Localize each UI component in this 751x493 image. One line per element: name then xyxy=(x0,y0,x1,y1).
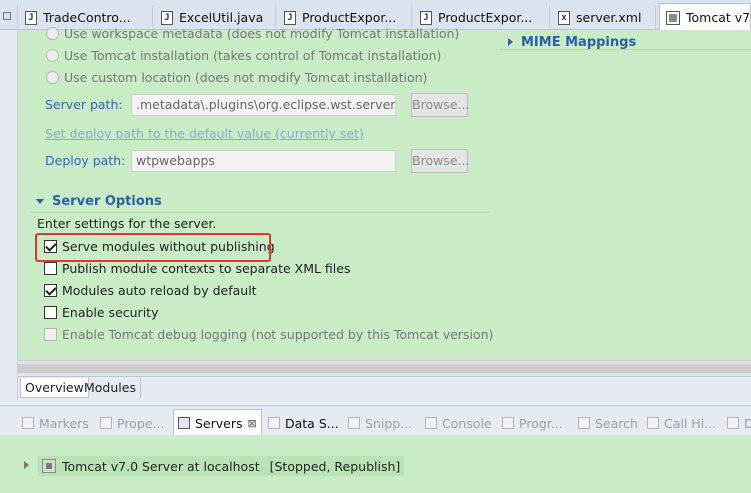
view-tab-label: Search xyxy=(595,415,638,431)
deploy-path-browse-button[interactable]: Browse... xyxy=(411,149,469,173)
server-path-label: Server path: xyxy=(45,97,123,112)
radio-label: Use workspace metadata (does not modify … xyxy=(64,26,460,41)
view-tab-snippets[interactable]: Snipp... xyxy=(348,412,412,434)
chevron-right-icon xyxy=(508,38,513,46)
view-tab-markers[interactable]: Markers xyxy=(22,412,89,434)
view-tab-label: Console xyxy=(442,415,492,431)
chevron-right-icon[interactable] xyxy=(24,461,29,469)
view-tab-label: Snipp... xyxy=(365,415,413,431)
tab-label: ProductExpor... xyxy=(438,10,533,25)
markers-icon xyxy=(22,417,34,429)
tab-label: TradeContro... xyxy=(43,10,131,25)
server-options-section[interactable]: Server Options xyxy=(30,191,490,213)
radio-custom-location[interactable]: Use custom location (does not modify Tom… xyxy=(46,70,427,85)
radio-button[interactable] xyxy=(46,49,59,62)
java-file-icon: J xyxy=(284,10,296,25)
checkbox[interactable] xyxy=(44,306,57,319)
radio-workspace-metadata[interactable]: Use workspace metadata (does not modify … xyxy=(46,26,459,41)
view-tab-properties[interactable]: Prope... xyxy=(100,412,164,434)
view-tab-label: D xyxy=(744,415,751,431)
view-tab-label: Progr... xyxy=(519,415,563,431)
checkbox-label: Modules auto reload by default xyxy=(62,283,257,298)
view-tab-label: Call Hi... xyxy=(664,415,717,431)
debug-icon xyxy=(727,417,739,429)
properties-icon xyxy=(100,417,112,429)
server-options-description: Enter settings for the server. xyxy=(37,216,217,231)
view-tab-servers[interactable]: Servers ⊠ xyxy=(173,409,262,436)
view-tab-label: Data S... xyxy=(285,415,339,431)
chevron-down-icon xyxy=(36,199,44,204)
option-tomcat-debug-logging: Enable Tomcat debug logging (not support… xyxy=(44,327,493,342)
option-modules-auto-reload[interactable]: Modules auto reload by default xyxy=(44,283,257,298)
view-tab-call-hierarchy[interactable]: Call Hi... xyxy=(647,412,716,434)
data-source-icon xyxy=(268,417,280,429)
java-file-icon: J xyxy=(420,10,432,25)
close-icon[interactable]: ⊠ xyxy=(248,417,257,430)
server-path-browse-button[interactable]: Browse... xyxy=(411,93,469,117)
snippets-icon xyxy=(348,417,360,429)
minimize-icon[interactable] xyxy=(0,5,18,30)
view-tab-label: Servers xyxy=(195,415,243,431)
deploy-path-field[interactable]: wtpwebapps xyxy=(131,150,396,172)
server-path-field[interactable]: .metadata\.plugins\org.eclipse.wst.serve… xyxy=(131,94,396,116)
view-tab-label: Prope... xyxy=(117,415,165,431)
checkbox[interactable] xyxy=(44,262,57,275)
view-tab-data-source[interactable]: Data S... xyxy=(268,412,339,434)
xml-file-icon: x xyxy=(558,10,570,25)
tomcat-server-icon xyxy=(666,10,680,25)
section-title: Server Options xyxy=(52,194,162,209)
highlight-box xyxy=(35,233,271,262)
deploy-path-label: Deploy path: xyxy=(45,153,126,168)
checkbox[interactable] xyxy=(44,284,57,297)
checkbox xyxy=(44,328,57,341)
view-tab-label: Markers xyxy=(39,415,89,431)
editor-tab-tomcat[interactable]: Tomcat v7.0 xyxy=(659,3,751,31)
server-icon xyxy=(42,459,56,473)
tab-overview[interactable]: Overview xyxy=(20,378,89,398)
tab-label: ProductExpor... xyxy=(302,10,397,25)
search-icon xyxy=(578,417,590,429)
option-enable-security[interactable]: Enable security xyxy=(44,305,158,320)
mime-mappings-section[interactable]: MIME Mappings xyxy=(508,31,636,53)
progress-icon xyxy=(502,417,514,429)
horizontal-scrollbar[interactable] xyxy=(18,360,751,375)
server-editor: Use workspace metadata (does not modify … xyxy=(18,26,751,375)
console-icon xyxy=(425,417,437,429)
editor-tab-server-xml[interactable]: x server.xml xyxy=(552,5,656,30)
radio-button[interactable] xyxy=(46,27,59,40)
editor-page-tabs: Overview Modules xyxy=(18,376,751,398)
view-tab-progress[interactable]: Progr... xyxy=(502,412,563,434)
checkbox-label: Publish module contexts to separate XML … xyxy=(62,261,351,276)
server-item[interactable]: Tomcat v7.0 Server at localhost [Stopped… xyxy=(38,456,405,476)
tab-label: server.xml xyxy=(576,10,642,25)
server-name: Tomcat v7.0 Server at localhost xyxy=(62,458,260,474)
radio-button[interactable] xyxy=(46,71,59,84)
checkbox-label: Enable security xyxy=(62,305,159,320)
views-tab-bar: Markers Prope... Servers ⊠ Data S... Sni… xyxy=(0,405,751,436)
radio-label: Use Tomcat installation (takes control o… xyxy=(64,48,442,63)
servers-view: Tomcat v7.0 Server at localhost [Stopped… xyxy=(0,435,751,493)
radio-tomcat-installation[interactable]: Use Tomcat installation (takes control o… xyxy=(46,48,441,63)
option-publish-module-contexts[interactable]: Publish module contexts to separate XML … xyxy=(44,261,350,276)
set-deploy-path-link[interactable]: Set deploy path to the default value (cu… xyxy=(45,126,364,141)
java-file-icon: J xyxy=(25,10,37,25)
view-tab-debug[interactable]: D xyxy=(727,412,751,434)
java-file-icon: J xyxy=(161,10,173,25)
tab-modules[interactable]: Modules xyxy=(80,378,141,398)
call-hierarchy-icon xyxy=(647,417,659,429)
view-tab-console[interactable]: Console xyxy=(425,412,492,434)
scrollbar-thumb[interactable] xyxy=(18,364,751,373)
tab-label: Tomcat v7.0 xyxy=(686,10,751,25)
checkbox-label: Enable Tomcat debug logging (not support… xyxy=(62,327,494,342)
view-tab-search[interactable]: Search xyxy=(578,412,638,434)
servers-icon xyxy=(178,417,190,429)
left-gutter xyxy=(0,30,18,400)
radio-label: Use custom location (does not modify Tom… xyxy=(64,70,428,85)
section-title: MIME Mappings xyxy=(521,34,637,50)
tab-label: ExcelUtil.java xyxy=(179,10,264,25)
server-state: [Stopped, Republish] xyxy=(269,458,401,474)
